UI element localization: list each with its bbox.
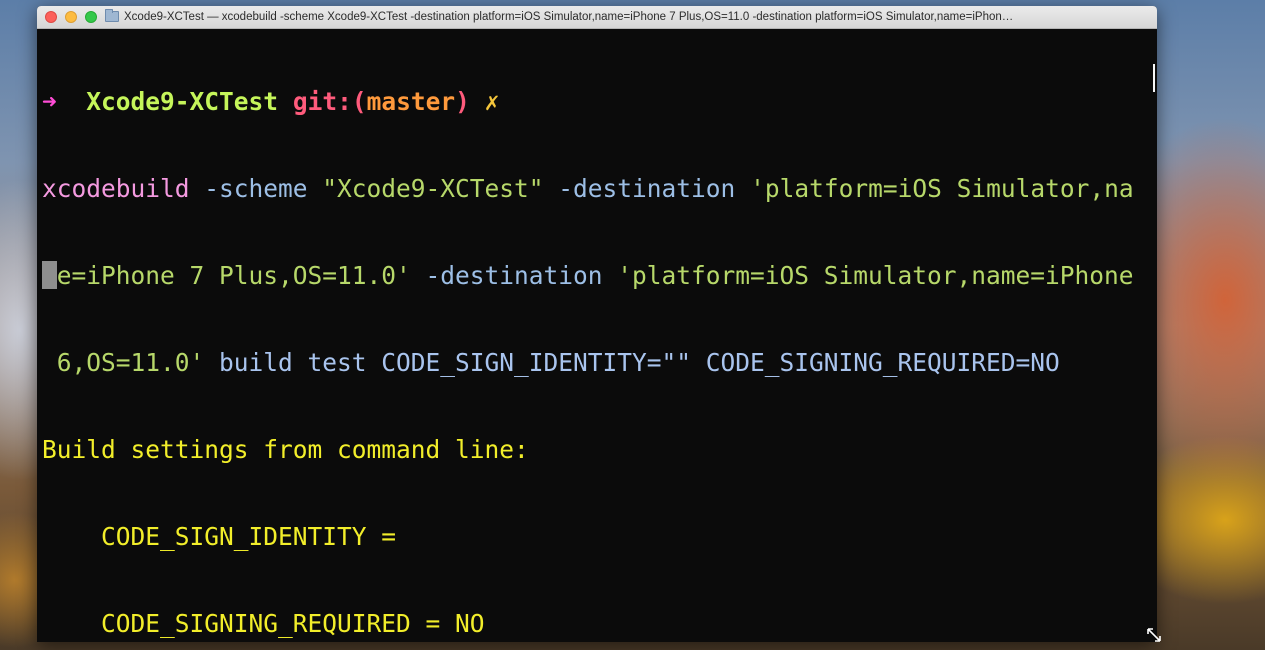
output-setting-sign-identity: CODE_SIGN_IDENTITY = [42, 522, 411, 551]
command-line-2: me=iPhone 7 Plus,OS=11.0' -destination '… [42, 261, 1157, 290]
title-bar[interactable]: Xcode9-XCTest — xcodebuild -scheme Xcode… [37, 6, 1157, 29]
prompt-arrow-icon: ➜ [42, 87, 57, 116]
prompt-git-close: ) [455, 87, 470, 116]
command-name: xcodebuild [42, 174, 190, 203]
dirty-status-icon: ✗ [484, 87, 500, 116]
destination-value-2-cont: 6,OS=11.0' [42, 348, 205, 377]
destination-value-2: 'platform=iOS Simulator,name=iPhone [617, 261, 1134, 290]
window-title: Xcode9-XCTest — xcodebuild -scheme Xcode… [124, 11, 1014, 23]
command-line-3: 6,OS=11.0' build test CODE_SIGN_IDENTITY… [42, 348, 1157, 377]
destination-flag: -destination [543, 174, 751, 203]
close-window-button[interactable] [45, 11, 57, 23]
zoom-window-button[interactable] [85, 11, 97, 23]
terminal-window[interactable]: Xcode9-XCTest — xcodebuild -scheme Xcode… [37, 6, 1157, 642]
resize-icon[interactable] [1146, 627, 1162, 643]
scheme-value: "Xcode9-XCTest" [322, 174, 544, 203]
prompt-git-label: git:( [292, 87, 367, 116]
command-line-1: xcodebuild -scheme "Xcode9-XCTest" -dest… [42, 174, 1157, 203]
text-cursor [42, 261, 57, 289]
command-args: build test CODE_SIGN_IDENTITY="" CODE_SI… [204, 348, 1060, 377]
destination-flag-2: -destination [410, 261, 618, 290]
output-setting-signing-required: CODE_SIGNING_REQUIRED = NO [42, 609, 485, 638]
prompt-branch: master [366, 87, 456, 116]
scheme-flag: -scheme [189, 174, 323, 203]
scroll-indicator[interactable] [1153, 64, 1155, 92]
output-header: Build settings from command line: [42, 435, 529, 464]
destination-value: 'platform=iOS Simulator,na [750, 174, 1134, 203]
minimize-window-button[interactable] [65, 11, 77, 23]
prompt-directory: Xcode9-XCTest [86, 87, 279, 116]
destination-value-cont: me=iPhone 7 Plus,OS=11.0' [42, 261, 411, 290]
prompt-line: ➜ Xcode9-XCTest git:(master) ✗ [42, 87, 1157, 116]
terminal-content[interactable]: ➜ Xcode9-XCTest git:(master) ✗ xcodebuil… [42, 29, 1157, 642]
folder-icon [105, 9, 119, 22]
